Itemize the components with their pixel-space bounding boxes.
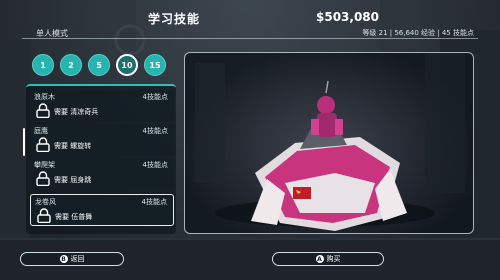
skill-points: 4技能点 [142, 161, 168, 169]
lock-icon [37, 208, 51, 223]
lock-icon [36, 103, 50, 118]
skill-name: 庭鹰 [34, 127, 48, 135]
vehicle-preview-image [195, 53, 465, 231]
skill-list-scrollbar[interactable] [23, 128, 25, 156]
header-divider [22, 38, 478, 39]
skill-item[interactable]: 攀爬架 4技能点 需要 屈身跳 [30, 158, 174, 190]
tab-level-10[interactable]: 10 [116, 54, 138, 76]
skill-requirement: 需要 屈身跳 [54, 176, 92, 184]
tab-level-2[interactable]: 2 [60, 54, 82, 76]
skill-name: 攀爬架 [34, 161, 55, 169]
buy-button-label: 购买 [326, 255, 341, 263]
back-button[interactable]: B 返回 [20, 252, 124, 266]
skill-item[interactable]: 庭鹰 4技能点 需要 螺旋转 [30, 124, 174, 156]
tab-level-5[interactable]: 5 [88, 54, 110, 76]
skill-points: 4技能点 [141, 198, 167, 206]
skill-requirement: 需要 伍普舞 [55, 213, 93, 221]
skill-requirement: 需要 清凉奇兵 [54, 108, 99, 116]
a-button-icon: A [315, 255, 324, 263]
tab-level-15[interactable]: 15 [144, 54, 166, 76]
skill-points: 4技能点 [142, 93, 168, 101]
tab-level-1[interactable]: 1 [32, 54, 54, 76]
money-balance: $503,080 [316, 10, 380, 24]
skill-name: 浪原木 [34, 93, 55, 101]
skill-requirement: 需要 螺旋转 [54, 142, 92, 150]
b-button-icon: B [59, 255, 68, 263]
lock-icon [36, 171, 50, 186]
buy-button[interactable]: A 购买 [272, 252, 384, 266]
level-tabs: 1 2 5 10 15 [32, 54, 166, 76]
skill-preview-panel [184, 52, 474, 234]
skill-item-selected[interactable]: 龙卷风 4技能点 需要 伍普舞 [30, 194, 174, 226]
skill-name: 龙卷风 [35, 198, 56, 206]
skill-item[interactable]: 浪原木 4技能点 需要 清凉奇兵 [30, 90, 174, 122]
player-stats: 等级 21 | 56,640 经验 | 45 技能点 [362, 29, 474, 37]
page-title: 学习技能 [148, 12, 201, 26]
back-button-label: 返回 [70, 255, 85, 263]
lock-icon [36, 137, 50, 152]
skill-points: 4技能点 [142, 127, 168, 135]
